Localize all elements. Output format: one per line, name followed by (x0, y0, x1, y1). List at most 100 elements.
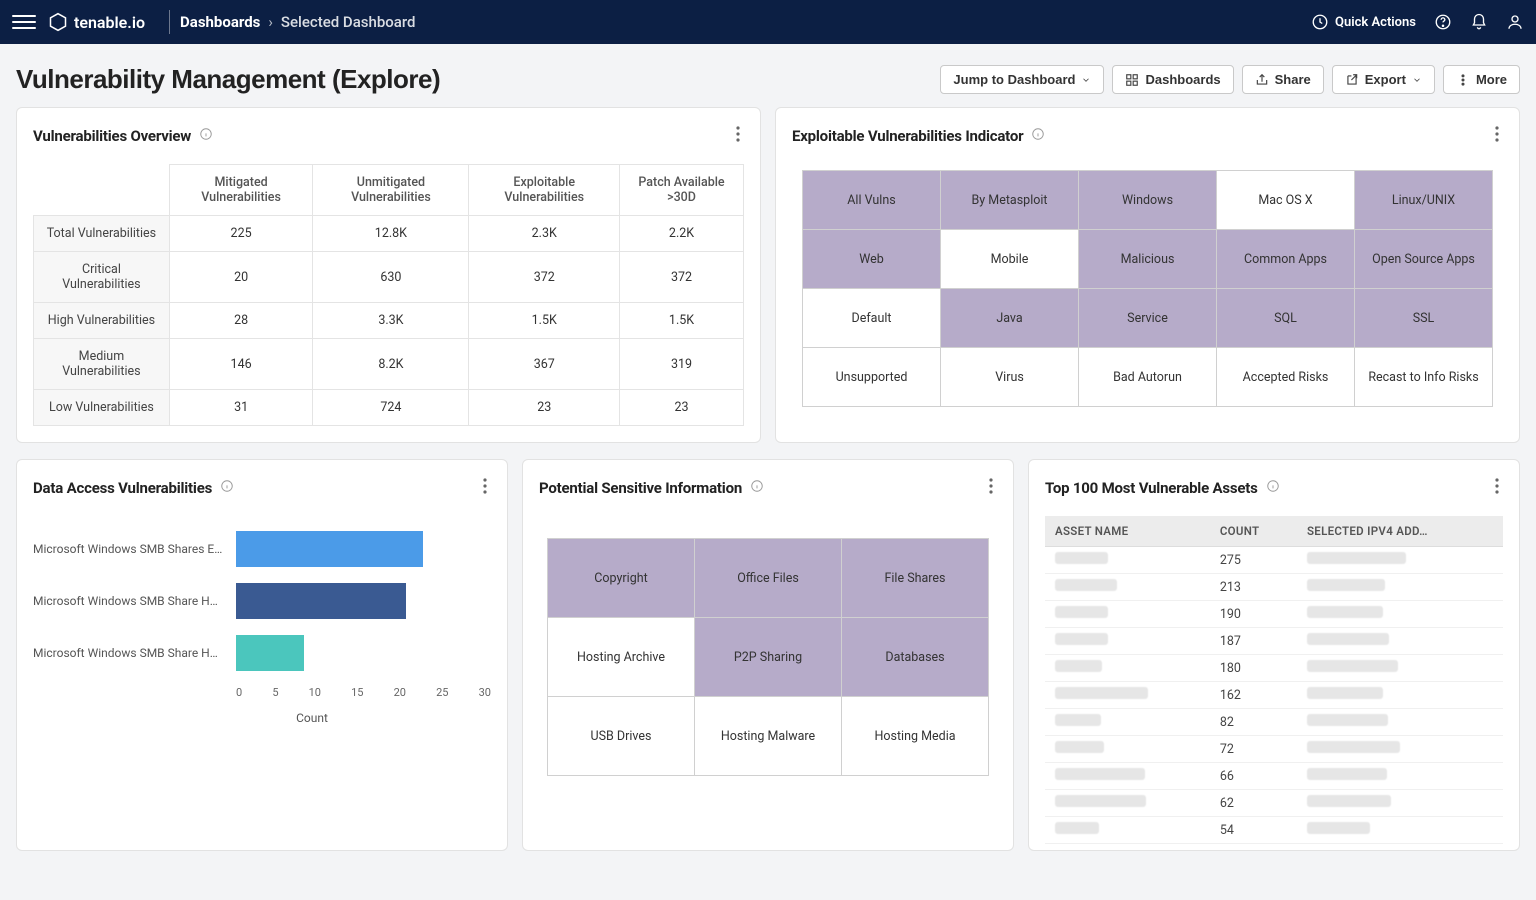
table-row[interactable]: 187 (1045, 628, 1503, 655)
row-label: Total Vulnerabilities (34, 216, 170, 252)
user-icon[interactable] (1506, 13, 1524, 31)
indicator-tile[interactable]: Linux/UNIX (1355, 171, 1492, 229)
table-cell[interactable]: 319 (620, 339, 744, 390)
indicator-tile[interactable]: Service (1079, 289, 1216, 347)
table-row[interactable]: 72 (1045, 736, 1503, 763)
table-cell[interactable]: 12.8K (313, 216, 469, 252)
indicator-tile[interactable]: Mobile (941, 230, 1078, 288)
table-row[interactable]: Critical Vulnerabilities20630372372 (34, 252, 744, 303)
indicator-tile[interactable]: USB Drives (548, 697, 694, 775)
table-row[interactable]: 213 (1045, 574, 1503, 601)
count-cell: 190 (1210, 601, 1297, 628)
table-row[interactable]: 62 (1045, 790, 1503, 817)
card-title: Data Access Vulnerabilities (33, 479, 212, 497)
ipv4-cell (1297, 709, 1503, 736)
info-icon[interactable] (1266, 479, 1280, 497)
table-column-header[interactable]: COUNT (1210, 516, 1297, 547)
table-cell[interactable]: 23 (620, 390, 744, 426)
table-cell[interactable]: 146 (169, 339, 313, 390)
table-row[interactable]: 66 (1045, 763, 1503, 790)
info-icon[interactable] (750, 479, 764, 497)
table-row[interactable]: Total Vulnerabilities22512.8K2.3K2.2K (34, 216, 744, 252)
table-row[interactable]: 180 (1045, 655, 1503, 682)
indicator-tile[interactable]: Open Source Apps (1355, 230, 1492, 288)
info-icon[interactable] (220, 479, 234, 497)
table-cell[interactable]: 20 (169, 252, 313, 303)
brand-logo[interactable]: tenable.io (48, 12, 145, 32)
indicator-tile[interactable]: Databases (842, 618, 988, 696)
table-cell[interactable]: 724 (313, 390, 469, 426)
table-row[interactable]: 162 (1045, 682, 1503, 709)
export-button[interactable]: Export (1332, 65, 1435, 94)
table-cell[interactable]: 225 (169, 216, 313, 252)
card-menu-button[interactable] (479, 474, 491, 502)
indicator-tile[interactable]: Virus (941, 348, 1078, 406)
card-menu-button[interactable] (985, 474, 997, 502)
breadcrumb-root[interactable]: Dashboards (180, 13, 260, 31)
indicator-tile[interactable]: SQL (1217, 289, 1354, 347)
indicator-tile[interactable]: All Vulns (803, 171, 940, 229)
info-icon[interactable] (1031, 127, 1045, 145)
card-menu-button[interactable] (732, 122, 744, 150)
bar-row[interactable]: Microsoft Windows SMB Share Ho… (33, 578, 491, 624)
indicator-tile[interactable]: Bad Autorun (1079, 348, 1216, 406)
more-button[interactable]: More (1443, 65, 1520, 94)
card-menu-button[interactable] (1491, 122, 1503, 150)
indicator-tile[interactable]: Windows (1079, 171, 1216, 229)
info-icon[interactable] (199, 127, 213, 145)
jump-to-dashboard-button[interactable]: Jump to Dashboard (940, 65, 1104, 94)
table-column-header[interactable]: SELECTED IPV4 ADD… (1297, 516, 1503, 547)
table-row[interactable]: High Vulnerabilities283.3K1.5K1.5K (34, 303, 744, 339)
indicator-tile[interactable]: Office Files (695, 539, 841, 617)
indicator-tile[interactable]: P2P Sharing (695, 618, 841, 696)
share-button[interactable]: Share (1242, 65, 1324, 94)
table-cell[interactable]: 23 (469, 390, 620, 426)
table-row[interactable]: 275 (1045, 547, 1503, 574)
table-row[interactable]: 54 (1045, 817, 1503, 844)
indicator-tile[interactable]: Copyright (548, 539, 694, 617)
indicator-tile[interactable]: Malicious (1079, 230, 1216, 288)
ipv4-cell (1297, 628, 1503, 655)
indicator-tile[interactable]: Web (803, 230, 940, 288)
indicator-tile[interactable]: Hosting Media (842, 697, 988, 775)
table-row[interactable]: 190 (1045, 601, 1503, 628)
indicator-tile[interactable]: Mac OS X (1217, 171, 1354, 229)
table-cell[interactable]: 8.2K (313, 339, 469, 390)
indicator-tile[interactable]: File Shares (842, 539, 988, 617)
table-cell[interactable]: 367 (469, 339, 620, 390)
indicator-tile[interactable]: Recast to Info Risks (1355, 348, 1492, 406)
table-cell[interactable]: 28 (169, 303, 313, 339)
table-cell[interactable]: 372 (469, 252, 620, 303)
table-cell[interactable]: 630 (313, 252, 469, 303)
menu-toggle[interactable] (12, 10, 36, 34)
indicator-tile[interactable]: Hosting Malware (695, 697, 841, 775)
table-cell[interactable]: 3.3K (313, 303, 469, 339)
topbar: tenable.io Dashboards › Selected Dashboa… (0, 0, 1536, 44)
table-row[interactable]: Medium Vulnerabilities1468.2K367319 (34, 339, 744, 390)
bar-row[interactable]: Microsoft Windows SMB Shares En… (33, 526, 491, 572)
dashboards-button[interactable]: Dashboards (1112, 65, 1233, 94)
indicator-tile[interactable]: SSL (1355, 289, 1492, 347)
indicator-tile[interactable]: Accepted Risks (1217, 348, 1354, 406)
table-cell[interactable]: 2.2K (620, 216, 744, 252)
indicator-tile[interactable]: Default (803, 289, 940, 347)
bar-row[interactable]: Microsoft Windows SMB Share Ho… (33, 630, 491, 676)
table-cell[interactable]: 372 (620, 252, 744, 303)
indicator-tile[interactable]: Common Apps (1217, 230, 1354, 288)
table-cell[interactable]: 1.5K (469, 303, 620, 339)
help-icon[interactable] (1434, 13, 1452, 31)
quick-actions-button[interactable]: Quick Actions (1311, 13, 1416, 31)
indicator-tile[interactable]: Hosting Archive (548, 618, 694, 696)
asset-name-cell (1045, 682, 1210, 709)
card-menu-button[interactable] (1491, 474, 1503, 502)
table-row[interactable]: Low Vulnerabilities317242323 (34, 390, 744, 426)
table-cell[interactable]: 31 (169, 390, 313, 426)
indicator-tile[interactable]: Unsupported (803, 348, 940, 406)
table-cell[interactable]: 2.3K (469, 216, 620, 252)
indicator-tile[interactable]: Java (941, 289, 1078, 347)
indicator-tile[interactable]: By Metasploit (941, 171, 1078, 229)
table-cell[interactable]: 1.5K (620, 303, 744, 339)
bell-icon[interactable] (1470, 13, 1488, 31)
table-column-header[interactable]: ASSET NAME (1045, 516, 1210, 547)
table-row[interactable]: 82 (1045, 709, 1503, 736)
